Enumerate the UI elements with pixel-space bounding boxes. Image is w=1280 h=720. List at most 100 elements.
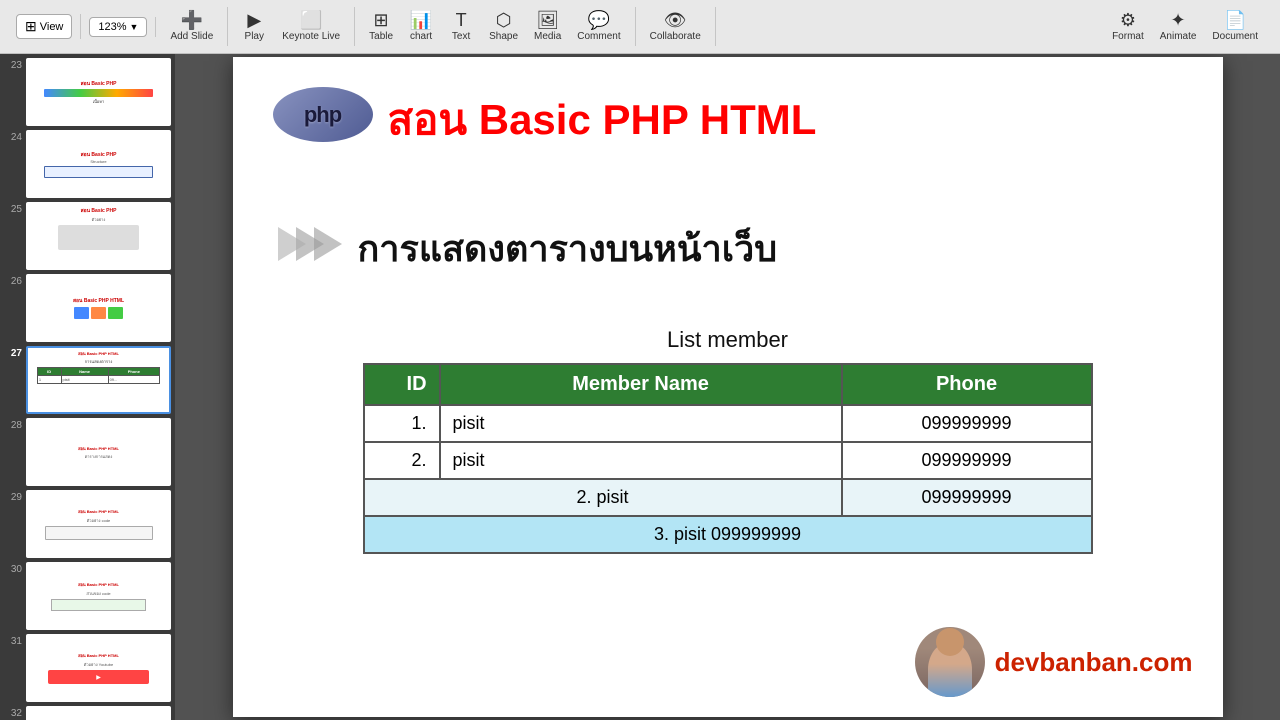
header-id: ID <box>364 364 440 405</box>
add-slide-icon: ➕ <box>181 11 203 29</box>
right-tools-group: ⚙ Format ✦ Animate 📄 Document <box>1098 7 1272 46</box>
slide-thumb-24[interactable]: สอน Basic PHP Structure <box>26 130 171 198</box>
chart-button[interactable]: 📊 chart <box>403 7 439 46</box>
php-logo: php <box>273 87 373 142</box>
row3-merged: 2. pisit <box>364 479 842 516</box>
row2-id: 2. <box>364 442 440 479</box>
slide-thumb-27[interactable]: สอน Basic PHP HTML การแสดงตาราง IDNamePh… <box>26 346 171 414</box>
row2-phone: 099999999 <box>842 442 1092 479</box>
shape-button[interactable]: ⬡ Shape <box>483 7 524 46</box>
media-icon: 🖼 <box>536 11 559 29</box>
slide-item-27[interactable]: 27 สอน Basic PHP HTML การแสดงตาราง IDNam… <box>4 346 171 414</box>
chart-icon: 📊 <box>410 11 432 29</box>
table-row-2: 2. pisit 099999999 <box>364 442 1092 479</box>
slide-thumb-30[interactable]: สอน Basic PHP HTML ส่วนของ code <box>26 562 171 630</box>
header-name: Member Name <box>440 364 842 405</box>
animate-icon: ✦ <box>1171 11 1186 29</box>
row4-full: 3. pisit 099999999 <box>364 516 1092 553</box>
play-button[interactable]: ▶ Play <box>236 7 272 46</box>
media-button[interactable]: 🖼 Media <box>528 7 567 46</box>
document-icon: 📄 <box>1224 11 1246 29</box>
slide-num-25: 25 <box>4 202 22 215</box>
avatar-head <box>936 628 964 656</box>
devbanban-section: devbanban.com <box>915 627 1193 697</box>
main-area: 23 สอน Basic PHP เนื้อหา 24 สอน Basic PH… <box>0 54 1280 720</box>
slide-panel[interactable]: 23 สอน Basic PHP เนื้อหา 24 สอน Basic PH… <box>0 54 175 720</box>
view-group: ⊞ View <box>8 14 81 39</box>
slide-thumb-25[interactable]: สอน Basic PHP ตัวอย่าง <box>26 202 171 270</box>
table-icon: ⊞ <box>374 11 389 29</box>
toolbar: ⊞ View 123% ▼ ➕ Add Slide ▶ Play ⬜ Keyno… <box>0 0 1280 54</box>
keynote-live-icon: ⬜ <box>300 11 322 29</box>
view-label: View <box>40 21 64 33</box>
slide-num-28: 28 <box>4 418 22 431</box>
collaborate-button[interactable]: 👁 Collaborate <box>644 7 707 46</box>
table-header-row: ID Member Name Phone <box>364 364 1092 405</box>
php-logo-oval: php <box>273 87 373 142</box>
table-row-1: 1. pisit 099999999 <box>364 405 1092 442</box>
row1-phone: 099999999 <box>842 405 1092 442</box>
slide-num-23: 23 <box>4 58 22 71</box>
slide-item-31[interactable]: 31 สอน Basic PHP HTML ตัวอย่าง Youtube ▶ <box>4 634 171 702</box>
list-member-title: List member <box>363 327 1093 353</box>
slide-num-29: 29 <box>4 490 22 503</box>
slide-num-32: 32 <box>4 706 22 719</box>
member-table: ID Member Name Phone 1. pisit 099999999 <box>363 363 1093 554</box>
slide-item-26[interactable]: 26 สอน Basic PHP HTML <box>4 274 171 342</box>
slide-canvas[interactable]: php สอน Basic PHP HTML การแสดงตารางบนหน้… <box>233 57 1223 717</box>
slide-item-32[interactable]: 32 สอน Basic PHP HTML แบบฝึกหัด Spring L… <box>4 706 171 720</box>
slide-num-26: 26 <box>4 274 22 287</box>
comment-button[interactable]: 💬 Comment <box>571 7 626 46</box>
slide-item-23[interactable]: 23 สอน Basic PHP เนื้อหา <box>4 58 171 126</box>
arrow-icon <box>278 222 343 287</box>
keynote-live-button[interactable]: ⬜ Keynote Live <box>276 7 346 46</box>
row3-phone: 099999999 <box>842 479 1092 516</box>
slide-num-27: 27 <box>4 346 22 359</box>
slide-item-24[interactable]: 24 สอน Basic PHP Structure <box>4 130 171 198</box>
shape-icon: ⬡ <box>496 11 512 29</box>
slide-title: สอน Basic PHP HTML <box>388 87 817 153</box>
zoom-group: 123% ▼ <box>81 17 156 37</box>
format-button[interactable]: ⚙ Format <box>1106 7 1150 46</box>
brand-text: devbanban.com <box>995 647 1193 678</box>
add-slide-button[interactable]: ➕ Add Slide <box>164 7 219 46</box>
play-group: ▶ Play ⬜ Keynote Live <box>228 7 355 46</box>
slide-num-24: 24 <box>4 130 22 143</box>
table-row-3: 2. pisit 099999999 <box>364 479 1092 516</box>
play-icon: ▶ <box>247 11 261 29</box>
view-button[interactable]: ⊞ View <box>16 14 72 39</box>
canvas-area[interactable]: php สอน Basic PHP HTML การแสดงตารางบนหน้… <box>175 54 1280 720</box>
zoom-value: 123% <box>98 21 126 33</box>
slide-num-30: 30 <box>4 562 22 575</box>
slide-item-28[interactable]: 28 สอน Basic PHP HTML ตารางการแสดง <box>4 418 171 486</box>
slide-thumb-31[interactable]: สอน Basic PHP HTML ตัวอย่าง Youtube ▶ <box>26 634 171 702</box>
php-logo-text: php <box>304 102 341 128</box>
format-icon: ⚙ <box>1120 11 1136 29</box>
zoom-button[interactable]: 123% ▼ <box>89 17 147 37</box>
avatar <box>915 627 985 697</box>
slide-num-31: 31 <box>4 634 22 647</box>
slide-item-30[interactable]: 30 สอน Basic PHP HTML ส่วนของ code <box>4 562 171 630</box>
table-button[interactable]: ⊞ Table <box>363 7 399 46</box>
slide-subtitle: การแสดงตารางบนหน้าเว็บ <box>358 220 778 277</box>
slide-thumb-26[interactable]: สอน Basic PHP HTML <box>26 274 171 342</box>
header-phone: Phone <box>842 364 1092 405</box>
table-row-4: 3. pisit 099999999 <box>364 516 1092 553</box>
text-button[interactable]: T Text <box>443 7 479 46</box>
collaborate-group: 👁 Collaborate <box>636 7 716 46</box>
slide-thumb-23[interactable]: สอน Basic PHP เนื้อหา <box>26 58 171 126</box>
slide-thumb-28[interactable]: สอน Basic PHP HTML ตารางการแสดง <box>26 418 171 486</box>
animate-button[interactable]: ✦ Animate <box>1154 7 1203 46</box>
row1-name: pisit <box>440 405 842 442</box>
collaborate-icon: 👁 <box>664 11 687 29</box>
slide-item-25[interactable]: 25 สอน Basic PHP ตัวอย่าง <box>4 202 171 270</box>
text-icon: T <box>456 11 467 29</box>
slide-thumb-32[interactable]: สอน Basic PHP HTML แบบฝึกหัด Spring Logo <box>26 706 171 720</box>
row2-name: pisit <box>440 442 842 479</box>
list-member-section: List member ID Member Name Phone 1. <box>363 327 1093 554</box>
insert-group: ⊞ Table 📊 chart T Text ⬡ Shape 🖼 Media 💬… <box>355 7 636 46</box>
slide-item-29[interactable]: 29 สอน Basic PHP HTML ตัวอย่าง code <box>4 490 171 558</box>
add-slide-group: ➕ Add Slide <box>156 7 228 46</box>
slide-thumb-29[interactable]: สอน Basic PHP HTML ตัวอย่าง code <box>26 490 171 558</box>
document-button[interactable]: 📄 Document <box>1206 7 1264 46</box>
